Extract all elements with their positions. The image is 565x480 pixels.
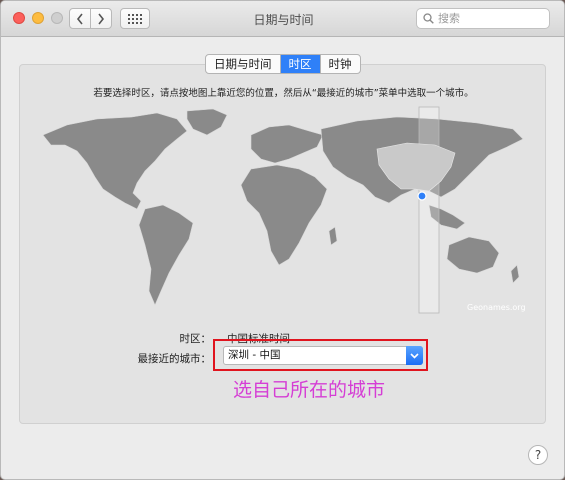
timezone-band xyxy=(418,106,440,314)
continent-south-america xyxy=(138,204,194,306)
continent-australia xyxy=(446,236,500,274)
search-input[interactable] xyxy=(438,12,538,25)
tab-bar: 日期与时间 时区 时钟 xyxy=(205,54,361,74)
world-map[interactable] xyxy=(37,105,527,315)
instruction-text: 若要选择时区，请点按地图上靠近您的位置，然后从“最接近的城市”菜单中选取一个城市… xyxy=(93,88,474,99)
continent-europe xyxy=(250,124,324,164)
map-credit: Geonames.org xyxy=(467,303,526,312)
search-icon xyxy=(423,13,434,24)
tab-date-time[interactable]: 日期与时间 xyxy=(206,55,281,73)
continent-north-america xyxy=(42,112,188,210)
tab-time-zone[interactable]: 时区 xyxy=(280,55,321,73)
annotation-highlight-box xyxy=(213,339,428,371)
timezone-label: 时区： xyxy=(179,333,212,345)
preferences-window: 日期与时间 日期与时间 时区 时钟 若要选择时区，请点按地图上靠近您的位置，然后… xyxy=(0,0,565,480)
annotation-text: 选自己所在的城市 xyxy=(233,379,386,401)
location-marker-icon xyxy=(417,191,427,201)
tab-clock[interactable]: 时钟 xyxy=(321,55,360,73)
search-field[interactable] xyxy=(416,8,550,29)
continent-madagascar xyxy=(328,226,338,246)
continent-africa xyxy=(240,164,328,266)
help-button[interactable]: ? xyxy=(528,445,548,465)
closest-city-label: 最接近的城市： xyxy=(137,353,212,365)
title-bar: 日期与时间 xyxy=(1,1,564,37)
continent-new-zealand xyxy=(510,264,520,284)
continent-greenland xyxy=(186,108,228,136)
